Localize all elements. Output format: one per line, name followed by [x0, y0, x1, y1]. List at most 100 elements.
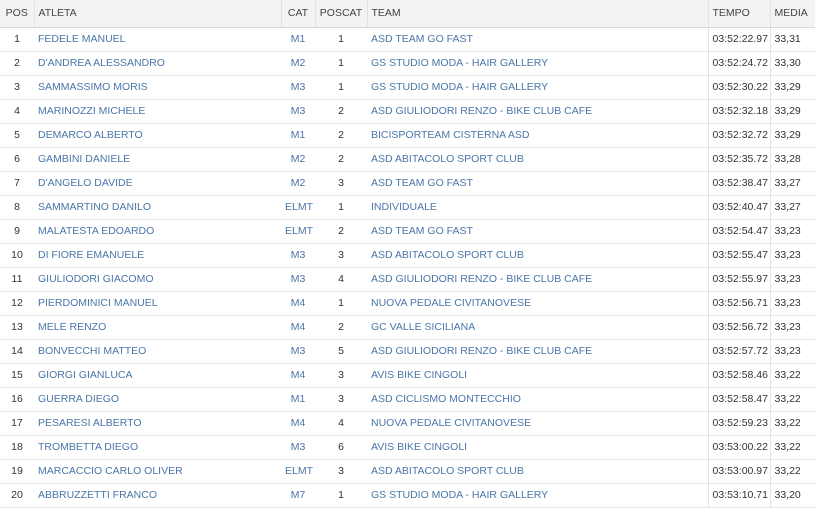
category-link[interactable]: M2 — [291, 57, 306, 69]
athlete-link[interactable]: DI FIORE EMANUELE — [38, 249, 144, 261]
team-link[interactable]: AVIS BIKE CINGOLI — [371, 369, 467, 381]
team-link[interactable]: ASD TEAM GO FAST — [371, 33, 473, 45]
athlete-link[interactable]: FEDELE MANUEL — [38, 33, 126, 45]
category-link[interactable]: M2 — [291, 177, 306, 189]
athlete-link[interactable]: GIORGI GIANLUCA — [38, 369, 133, 381]
team-link[interactable]: ASD ABITACOLO SPORT CLUB — [371, 153, 524, 165]
position-cell: 15 — [0, 363, 34, 388]
category-link[interactable]: M2 — [291, 153, 306, 165]
athlete-link[interactable]: MALATESTA EDOARDO — [38, 225, 154, 237]
athlete-link[interactable]: ABBRUZZETTI FRANCO — [38, 489, 157, 501]
category-link[interactable]: ELMT — [285, 201, 313, 213]
team-link[interactable]: NUOVA PEDALE CIVITANOVESE — [371, 417, 531, 429]
category-cell: M3 — [281, 99, 315, 124]
team-link[interactable]: ASD TEAM GO FAST — [371, 177, 473, 189]
category-cell: M3 — [281, 435, 315, 460]
category-link[interactable]: M4 — [291, 321, 306, 333]
team-link[interactable]: ASD TEAM GO FAST — [371, 225, 473, 237]
athlete-link[interactable]: SAMMARTINO DANILO — [38, 201, 151, 213]
athlete-link[interactable]: GIULIODORI GIACOMO — [38, 273, 154, 285]
category-link[interactable]: M3 — [291, 249, 306, 261]
category-cell: M4 — [281, 291, 315, 316]
team-link[interactable]: NUOVA PEDALE CIVITANOVESE — [371, 297, 531, 309]
athlete-link[interactable]: GAMBINI DANIELE — [38, 153, 130, 165]
table-row: 13 MELE RENZO M4 2 GC VALLE SICILIANA 03:52:5… — [0, 315, 815, 340]
time-cell: 03:52:35.72 — [708, 147, 771, 172]
average-speed-cell: 33,23 — [770, 267, 815, 292]
time-cell: 03:52:32.72 — [708, 123, 771, 148]
team-link[interactable]: GC VALLE SICILIANA — [371, 321, 475, 333]
category-link[interactable]: M4 — [291, 369, 306, 381]
time-cell: 03:52:38.47 — [708, 171, 771, 196]
athlete-link[interactable]: DEMARCO ALBERTO — [38, 129, 143, 141]
table-row: 16 GUERRA DIEGO M1 3 ASD CICLISMO MONTECCHIO… — [0, 387, 815, 412]
athlete-link[interactable]: GUERRA DIEGO — [38, 393, 119, 405]
team-link[interactable]: ASD GIULIODORI RENZO - BIKE CLUB CAFE — [371, 273, 592, 285]
header-team[interactable]: TEAM — [367, 0, 709, 28]
position-cell: 2 — [0, 51, 34, 76]
athlete-link[interactable]: BONVECCHI MATTEO — [38, 345, 146, 357]
team-link[interactable]: ASD CICLISMO MONTECCHIO — [371, 393, 521, 405]
category-cell: M4 — [281, 363, 315, 388]
category-position-cell: 4 — [315, 267, 367, 292]
table-row: 18 TROMBETTA DIEGO M3 6 AVIS BIKE CINGOLI 03:… — [0, 435, 815, 460]
header-cat[interactable]: CAT — [281, 0, 316, 28]
header-avg[interactable]: MEDIA — [770, 0, 815, 28]
header-athlete[interactable]: ATLETA — [34, 0, 282, 28]
category-cell: M1 — [281, 387, 315, 412]
athlete-link[interactable]: SAMMASSIMO MORIS — [38, 81, 148, 93]
category-link[interactable]: ELMT — [285, 225, 313, 237]
athlete-link[interactable]: D'ANGELO DAVIDE — [38, 177, 133, 189]
team-link[interactable]: AVIS BIKE CINGOLI — [371, 441, 467, 453]
category-link[interactable]: M1 — [291, 393, 306, 405]
category-link[interactable]: M3 — [291, 105, 306, 117]
team-link[interactable]: ASD GIULIODORI RENZO - BIKE CLUB CAFE — [371, 105, 592, 117]
category-link[interactable]: ELMT — [285, 465, 313, 477]
team-cell: ASD GIULIODORI RENZO - BIKE CLUB CAFE — [367, 267, 709, 292]
time-cell: 03:53:00.22 — [708, 435, 771, 460]
category-position-cell: 2 — [315, 147, 367, 172]
team-cell: ASD TEAM GO FAST — [367, 27, 709, 52]
time-cell: 03:53:10.71 — [708, 483, 771, 508]
team-cell: GS STUDIO MODA - HAIR GALLERY — [367, 51, 709, 76]
team-link[interactable]: ASD ABITACOLO SPORT CLUB — [371, 249, 524, 261]
category-link[interactable]: M3 — [291, 273, 306, 285]
team-cell: ASD GIULIODORI RENZO - BIKE CLUB CAFE — [367, 339, 709, 364]
category-cell: M2 — [281, 51, 315, 76]
athlete-link[interactable]: TROMBETTA DIEGO — [38, 441, 138, 453]
table-row: 17 PESARESI ALBERTO M4 4 NUOVA PEDALE CIVITA… — [0, 411, 815, 436]
athlete-link[interactable]: PESARESI ALBERTO — [38, 417, 142, 429]
category-link[interactable]: M3 — [291, 81, 306, 93]
athlete-link[interactable]: MARINOZZI MICHELE — [38, 105, 145, 117]
athlete-link[interactable]: PIERDOMINICI MANUEL — [38, 297, 158, 309]
category-link[interactable]: M3 — [291, 441, 306, 453]
athlete-link[interactable]: D'ANDREA ALESSANDRO — [38, 57, 165, 69]
category-link[interactable]: M1 — [291, 129, 306, 141]
category-link[interactable]: M4 — [291, 417, 306, 429]
category-position-cell: 3 — [315, 387, 367, 412]
category-link[interactable]: M7 — [291, 489, 306, 501]
category-cell: M4 — [281, 315, 315, 340]
athlete-link[interactable]: MELE RENZO — [38, 321, 106, 333]
team-link[interactable]: GS STUDIO MODA - HAIR GALLERY — [371, 489, 548, 501]
category-link[interactable]: M4 — [291, 297, 306, 309]
header-pos[interactable]: POS — [0, 0, 35, 28]
team-link[interactable]: GS STUDIO MODA - HAIR GALLERY — [371, 81, 548, 93]
header-time[interactable]: TEMPO — [708, 0, 771, 28]
team-link[interactable]: BICISPORTEAM CISTERNA ASD — [371, 129, 530, 141]
table-row: 11 GIULIODORI GIACOMO M3 4 ASD GIULIODORI RE… — [0, 267, 815, 292]
athlete-link[interactable]: MARCACCIO CARLO OLIVER — [38, 465, 183, 477]
table-row: 8 SAMMARTINO DANILO ELMT 1 INDIVIDUALE 03:52:… — [0, 195, 815, 220]
time-cell: 03:52:55.97 — [708, 267, 771, 292]
time-cell: 03:52:56.72 — [708, 315, 771, 340]
header-poscat[interactable]: POSCAT — [315, 0, 368, 28]
team-link[interactable]: ASD ABITACOLO SPORT CLUB — [371, 465, 524, 477]
team-link[interactable]: ASD GIULIODORI RENZO - BIKE CLUB CAFE — [371, 345, 592, 357]
team-link[interactable]: INDIVIDUALE — [371, 201, 437, 213]
category-link[interactable]: M3 — [291, 345, 306, 357]
category-cell: ELMT — [281, 195, 315, 220]
position-cell: 19 — [0, 459, 34, 484]
time-cell: 03:52:59.23 — [708, 411, 771, 436]
team-link[interactable]: GS STUDIO MODA - HAIR GALLERY — [371, 57, 548, 69]
category-link[interactable]: M1 — [291, 33, 306, 45]
